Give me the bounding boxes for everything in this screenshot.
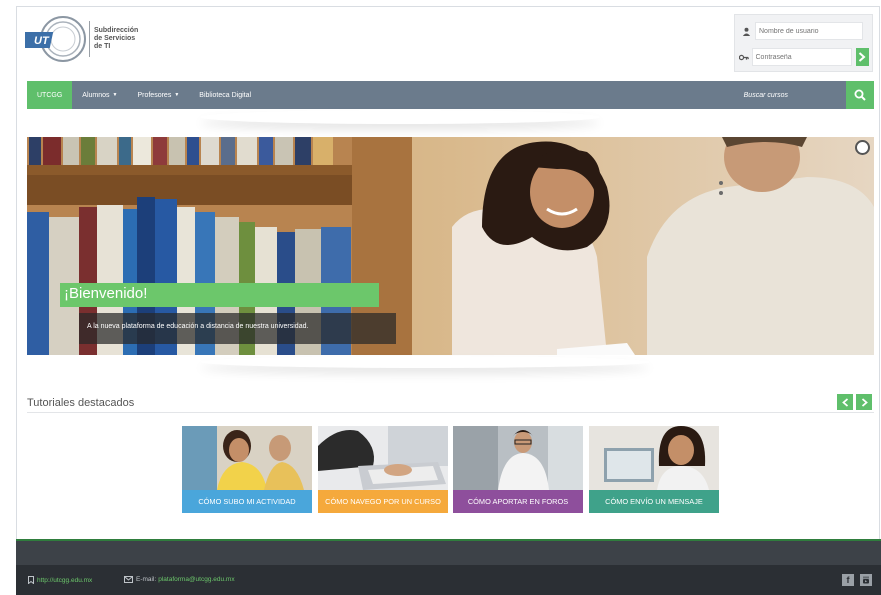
footer-site-url: http://utcgg.edu.mx (37, 576, 93, 584)
footer-site-link[interactable]: http://utcgg.edu.mx (27, 576, 92, 584)
tutorial-card-label: CÓMO SUBO MI ACTIVIDAD (182, 490, 312, 513)
nav-item-utcgg[interactable]: UTCGG (27, 81, 73, 109)
tutorial-card-image (318, 426, 448, 490)
tutorial-card-image (589, 426, 719, 490)
tutorial-card-send-message[interactable]: CÓMO ENVÍO UN MENSAJE (589, 426, 719, 513)
logo-line: de TI (93, 43, 111, 50)
tutorial-card-upload-activity[interactable]: CÓMO SUBO MI ACTIVIDAD (182, 426, 312, 513)
footer-email-address: plataforma@utcgg.edu.mx (158, 576, 235, 583)
hero-shadow (200, 356, 650, 368)
tutorial-card-label: CÓMO APORTAR EN FOROS (453, 490, 583, 513)
nav-item-biblioteca[interactable]: Biblioteca Digital (189, 81, 261, 109)
nav-item-alumnos[interactable]: Alumnos ▼ (72, 81, 127, 109)
logo-text: Subdirección de Servicios de TI (94, 27, 147, 51)
slideshow-toggle-icon[interactable] (855, 140, 870, 155)
logo-divider (89, 21, 90, 57)
login-submit-button[interactable] (855, 48, 869, 66)
carousel-next-button[interactable] (856, 394, 872, 410)
footer-email-label: E-mail: (136, 576, 157, 583)
search-button[interactable] (846, 81, 874, 109)
main-navbar: UTCGG Alumnos ▼ Profesores ▼ Biblioteca … (27, 81, 846, 109)
tutorial-card-image (182, 426, 312, 490)
chevron-right-icon (861, 397, 868, 407)
carousel-prev-button[interactable] (837, 394, 853, 410)
tutorial-card-label: CÓMO NAVEGO POR UN CURSO (318, 490, 448, 513)
login-form (734, 14, 873, 72)
chevron-right-icon (859, 52, 866, 62)
footer-top-bar (16, 539, 881, 565)
youtube-icon[interactable] (860, 574, 872, 586)
tutorials-divider (27, 412, 874, 413)
nav-item-label: Profesores (137, 91, 172, 99)
key-icon (739, 50, 750, 64)
hero-title: ¡Bienvenido! (64, 285, 148, 302)
logo-line: Subdirección (93, 27, 139, 34)
bookmark-icon (28, 576, 34, 584)
caret-down-icon: ▼ (174, 92, 180, 98)
nav-item-label: Biblioteca Digital (199, 91, 252, 99)
footer-email-link[interactable]: E-mail: plataforma@utcgg.edu.mx (124, 576, 235, 583)
ut-logo-icon: UT (19, 14, 87, 64)
nav-item-label: UTCGG (37, 91, 63, 99)
username-row (739, 21, 869, 41)
tutorial-card-forums[interactable]: CÓMO APORTAR EN FOROS (453, 426, 583, 513)
tutorial-card-label: CÓMO ENVÍO UN MENSAJE (589, 490, 719, 513)
username-input[interactable] (755, 22, 863, 40)
tutorials-title: Tutoriales destacados (27, 397, 135, 409)
logo[interactable]: UT Subdirección de Servicios de TI (19, 14, 147, 64)
course-search-input[interactable]: Buscar cursos (744, 92, 846, 99)
nav-item-profesores[interactable]: Profesores ▼ (127, 81, 189, 109)
password-row (739, 47, 869, 67)
tutorial-card-image (453, 426, 583, 490)
caret-down-icon: ▼ (112, 92, 118, 98)
navbar-shadow (200, 110, 600, 124)
password-input[interactable] (751, 48, 852, 66)
nav-item-label: Alumnos (82, 91, 110, 99)
svg-text:UT: UT (34, 35, 50, 47)
logo-line: de Servicios (93, 35, 136, 42)
envelope-icon (124, 576, 133, 583)
user-icon (739, 24, 753, 38)
hero-caption: A la nueva plataforma de educación a dis… (87, 323, 309, 330)
facebook-icon[interactable]: f (842, 574, 854, 586)
tutorial-card-navigate-course[interactable]: CÓMO NAVEGO POR UN CURSO (318, 426, 448, 513)
search-icon (854, 89, 866, 101)
chevron-left-icon (841, 397, 848, 407)
